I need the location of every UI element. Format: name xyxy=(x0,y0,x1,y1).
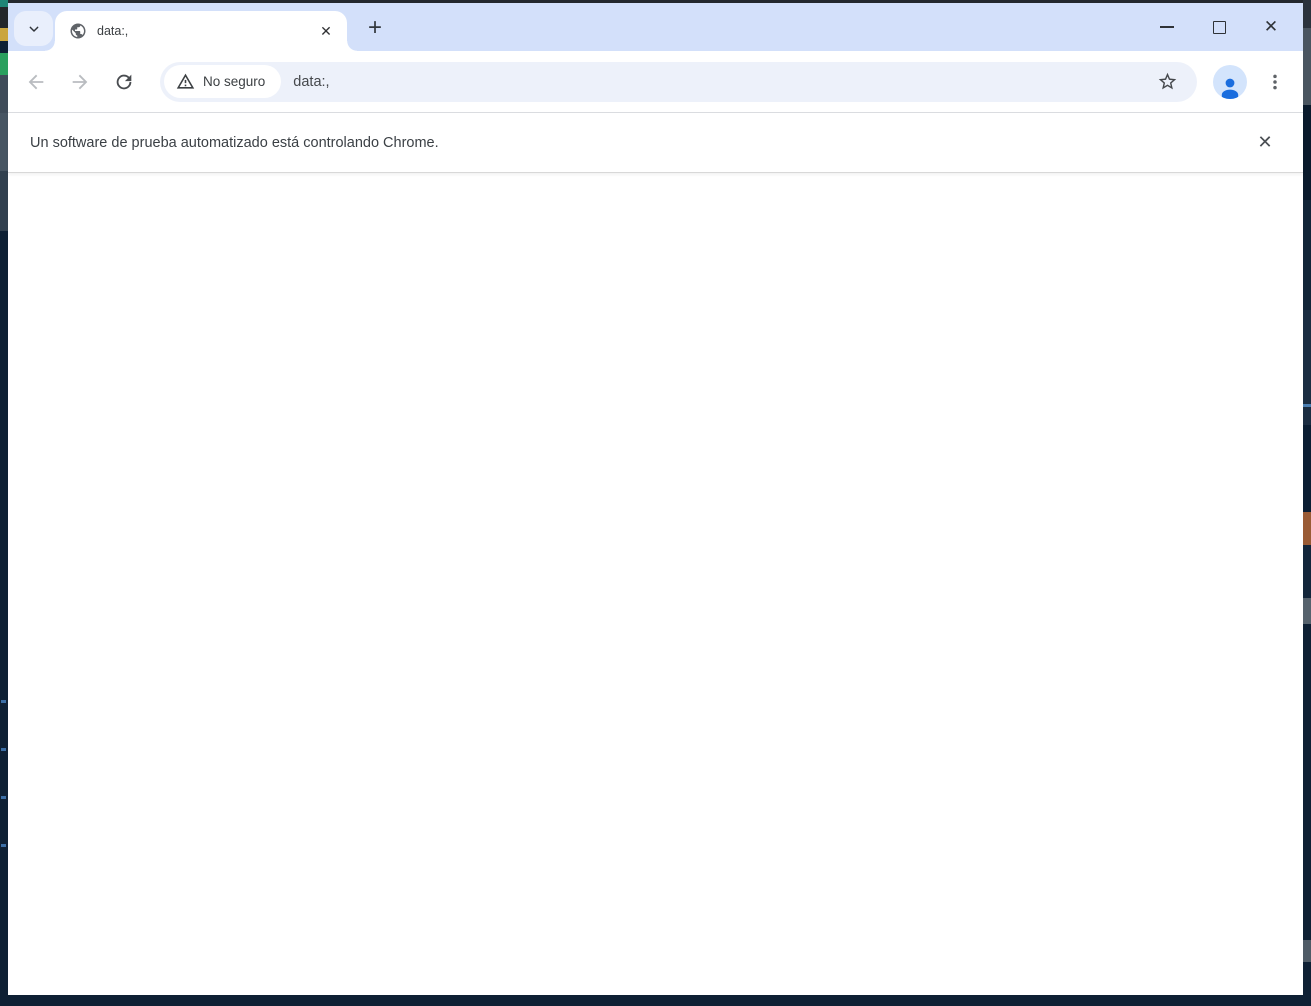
desktop-background xyxy=(0,28,8,41)
window-close-button[interactable]: ✕ xyxy=(1245,3,1297,51)
star-icon xyxy=(1157,71,1178,92)
browser-menu-button[interactable] xyxy=(1257,64,1293,100)
globe-favicon-icon xyxy=(69,22,87,40)
desktop-background xyxy=(1,748,6,751)
browser-window: data:, ✕ + ✕ No seguro data:, Un softwar… xyxy=(8,3,1303,995)
desktop-background xyxy=(1,844,6,847)
arrow-left-icon xyxy=(25,71,47,93)
window-maximize-button[interactable] xyxy=(1193,3,1245,51)
desktop-background xyxy=(1303,310,1311,425)
back-button[interactable] xyxy=(16,62,56,102)
chevron-down-icon xyxy=(26,21,42,37)
window-minimize-button[interactable] xyxy=(1141,3,1193,51)
page-content xyxy=(8,173,1303,995)
infobar-close-button[interactable]: ✕ xyxy=(1251,129,1279,157)
bookmark-star-button[interactable] xyxy=(1153,68,1181,96)
desktop-background xyxy=(1303,0,1311,28)
desktop-background xyxy=(0,53,8,75)
arrow-right-icon xyxy=(69,71,91,93)
desktop-background xyxy=(1303,425,1311,512)
desktop-background xyxy=(1303,598,1311,624)
security-chip-button[interactable]: No seguro xyxy=(164,65,282,98)
reload-icon xyxy=(113,71,135,93)
infobar-message: Un software de prueba automatizado está … xyxy=(30,134,439,151)
desktop-background xyxy=(0,7,8,28)
desktop-background xyxy=(1303,940,1311,962)
tab-close-button[interactable]: ✕ xyxy=(315,20,337,42)
maximize-icon xyxy=(1212,20,1226,34)
new-tab-button[interactable]: + xyxy=(360,13,390,43)
minimize-icon xyxy=(1160,26,1174,28)
window-controls: ✕ xyxy=(1141,3,1297,51)
kebab-menu-icon xyxy=(1265,72,1285,92)
desktop-background xyxy=(1303,404,1311,407)
tab-strip: data:, ✕ + ✕ xyxy=(8,3,1303,51)
browser-toolbar: No seguro data:, xyxy=(8,51,1303,112)
tab-title: data:, xyxy=(97,24,129,38)
desktop-background xyxy=(1303,512,1311,545)
close-icon: ✕ xyxy=(1263,17,1279,36)
automation-infobar: Un software de prueba automatizado está … xyxy=(8,113,1303,173)
security-chip-label: No seguro xyxy=(203,74,266,89)
desktop-background xyxy=(1303,105,1311,200)
desktop-background xyxy=(1,796,6,799)
forward-button[interactable] xyxy=(60,62,100,102)
desktop-background xyxy=(0,171,8,231)
desktop-background xyxy=(0,75,8,113)
desktop-background xyxy=(1303,545,1311,598)
active-tab[interactable]: data:, ✕ xyxy=(45,11,357,51)
warning-triangle-icon xyxy=(176,72,195,91)
person-icon xyxy=(1218,77,1242,99)
address-bar[interactable]: No seguro data:, xyxy=(160,61,1197,102)
desktop-background xyxy=(1303,28,1311,105)
desktop-background xyxy=(0,0,8,7)
reload-button[interactable] xyxy=(104,62,144,102)
desktop-background xyxy=(0,113,8,171)
url-text: data:, xyxy=(293,73,330,90)
desktop-background xyxy=(1,700,6,703)
profile-avatar-button[interactable] xyxy=(1213,64,1247,99)
desktop-background xyxy=(1303,200,1311,310)
